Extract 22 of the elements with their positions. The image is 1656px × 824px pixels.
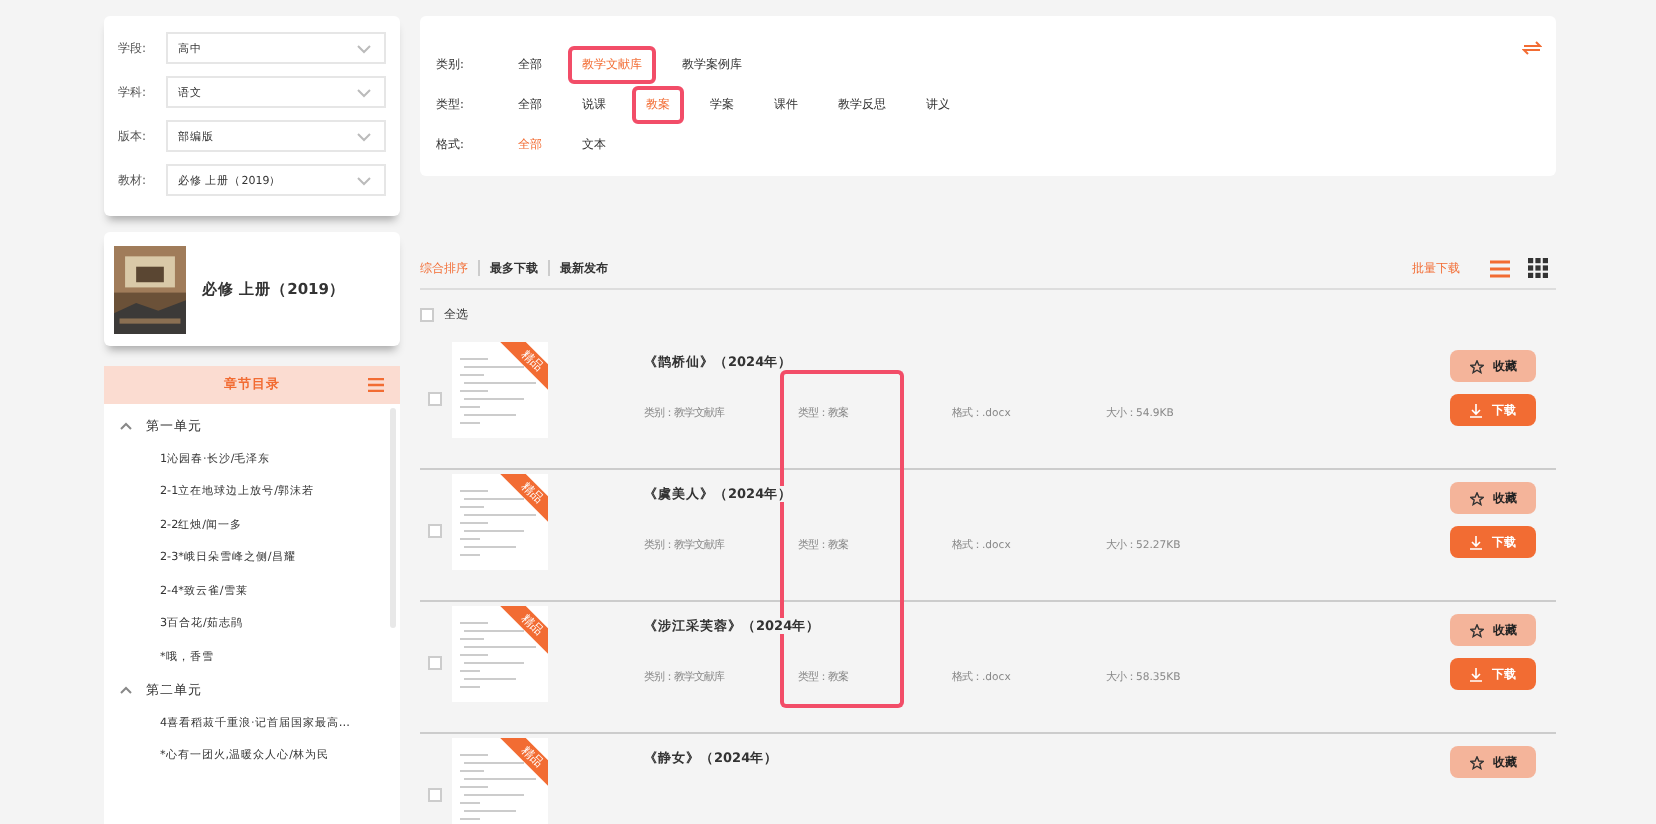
caret-icon <box>120 686 132 695</box>
chevron-down-icon <box>356 131 372 141</box>
checkbox[interactable] <box>420 307 434 321</box>
list-view-icon[interactable] <box>1490 259 1510 277</box>
star-icon <box>1469 359 1483 373</box>
star-icon <box>1469 623 1483 637</box>
download-icon <box>1470 403 1482 417</box>
download-icon <box>1470 535 1482 549</box>
chevron-down-icon <box>356 175 372 185</box>
menu-icon[interactable] <box>368 378 384 392</box>
checkbox[interactable] <box>428 656 442 670</box>
swap-icon[interactable] <box>1522 40 1542 56</box>
star-icon <box>1469 491 1483 505</box>
star-icon <box>1469 755 1483 769</box>
chevron-down-icon <box>356 43 372 53</box>
download-icon <box>1470 667 1482 681</box>
grid-view-icon[interactable] <box>1528 258 1548 278</box>
caret-icon <box>120 422 132 431</box>
chevron-down-icon <box>356 87 372 97</box>
checkbox[interactable] <box>428 392 442 406</box>
checkbox[interactable] <box>428 788 442 802</box>
checkbox[interactable] <box>428 524 442 538</box>
